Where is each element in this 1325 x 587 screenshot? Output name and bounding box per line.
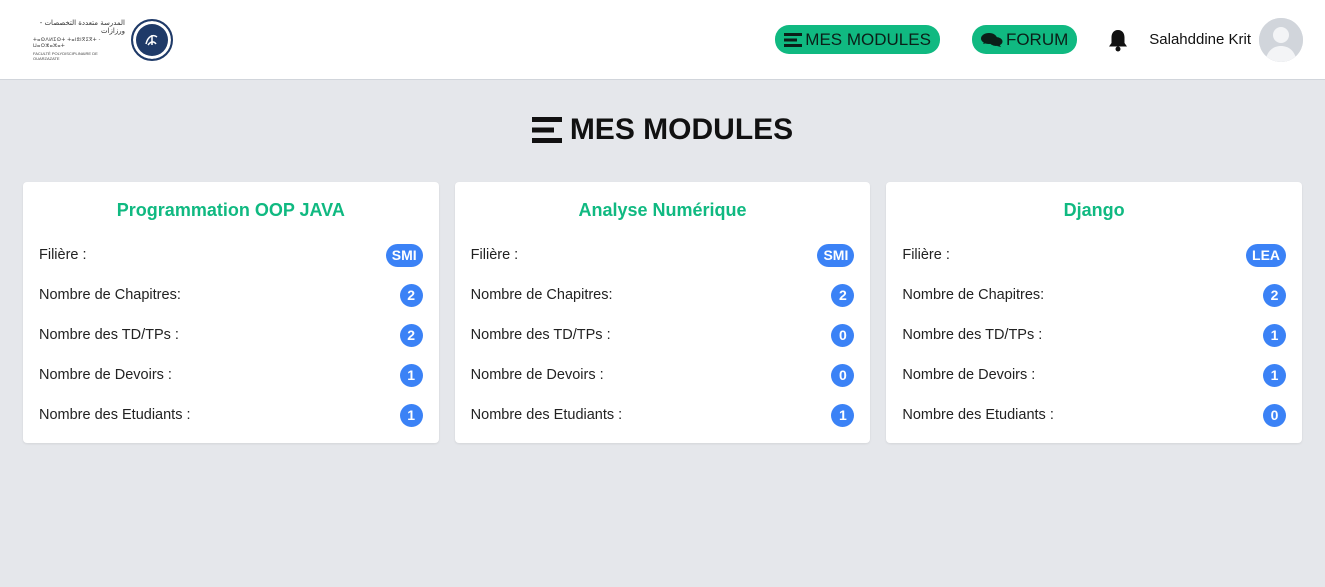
tds-count-badge: 2 [399, 323, 423, 347]
etudiants-count-badge: 1 [399, 403, 423, 427]
menu-icon [531, 117, 562, 143]
module-row-chapitres: Nombre de Chapitres: 2 [471, 275, 855, 315]
nav-modules-label: MES MODULES [805, 29, 931, 49]
tds-label: Nombre des TD/TPs : [902, 327, 1043, 343]
modules-grid: Programmation OOP JAVA Filière : SMI Nom… [0, 182, 1325, 443]
etudiants-count-badge: 1 [831, 403, 855, 427]
etudiants-label: Nombre des Etudiants : [902, 407, 1054, 423]
devoirs-label: Nombre de Devoirs : [902, 367, 1036, 383]
module-title[interactable]: Analyse Numérique [471, 200, 855, 221]
chapitres-count-badge: 2 [1263, 283, 1287, 307]
etudiants-label: Nombre des Etudiants : [39, 407, 191, 423]
user-name[interactable]: Salahddine Krit [1149, 31, 1251, 48]
nav-forum-label: FORUM [1005, 29, 1069, 49]
etudiants-count-badge: 0 [1263, 403, 1287, 427]
module-row-filiere: Filière : SMI [39, 235, 423, 275]
module-row-chapitres: Nombre de Chapitres: 2 [39, 275, 423, 315]
filiere-label: Filière : [902, 247, 950, 263]
module-row-etudiants: Nombre des Etudiants : 1 [471, 395, 855, 435]
chapitres-label: Nombre de Chapitres: [902, 287, 1045, 303]
module-card[interactable]: Django Filière : LEA Nombre de Chapitres… [886, 182, 1303, 443]
school-logo[interactable]: المدرسة متعددة التخصصات - ورزازات ⵜⴰⵙⴷⵍⵉ… [33, 18, 173, 61]
module-row-chapitres: Nombre de Chapitres: 2 [902, 275, 1287, 315]
user-avatar[interactable] [1259, 17, 1303, 62]
module-row-etudiants: Nombre des Etudiants : 0 [902, 395, 1287, 435]
tds-count-badge: 0 [831, 323, 855, 347]
module-row-devoirs: Nombre de Devoirs : 1 [39, 355, 423, 395]
module-card[interactable]: Analyse Numérique Filière : SMI Nombre d… [454, 182, 871, 443]
devoirs-count-badge: 1 [1263, 363, 1287, 387]
module-row-tds: Nombre des TD/TPs : 2 [39, 315, 423, 355]
logo-text-block: المدرسة متعددة التخصصات - ورزازات ⵜⴰⵙⴷⵍⵉ… [33, 19, 125, 61]
nav-modules-button[interactable]: MES MODULES [775, 25, 940, 54]
module-row-devoirs: Nombre de Devoirs : 0 [471, 355, 855, 395]
filiere-badge: LEA [1246, 243, 1287, 267]
module-row-etudiants: Nombre des Etudiants : 1 [39, 395, 423, 435]
tds-label: Nombre des TD/TPs : [470, 327, 611, 343]
comments-icon [980, 32, 1003, 47]
page-title: MES MODULES [0, 113, 1325, 147]
chapitres-label: Nombre de Chapitres: [39, 287, 181, 303]
module-row-filiere: Filière : LEA [902, 235, 1287, 275]
filiere-label: Filière : [470, 247, 519, 263]
logo-french-text: FACULTÉ POLYDISCIPLINAIRE DE OUARZAZATE [33, 50, 98, 61]
module-row-filiere: Filière : SMI [471, 235, 855, 275]
user-silhouette-icon [1259, 17, 1303, 62]
filiere-label: Filière : [39, 247, 87, 263]
logo-tifinagh-text: ⵜⴰⵙⴷⵍⵉⵙⵜ ⵜⴰⵏⵓⵏⴳⵉⴳⵜ - ⵡⴰⵔⵣⴰⵣⴰⵜ [33, 36, 101, 49]
module-row-tds: Nombre des TD/TPs : 1 [902, 315, 1287, 355]
module-row-devoirs: Nombre de Devoirs : 1 [902, 355, 1287, 395]
module-title[interactable]: Programmation OOP JAVA [39, 200, 423, 221]
module-title[interactable]: Django [902, 200, 1286, 221]
notifications-bell-icon[interactable] [1107, 28, 1129, 52]
devoirs-label: Nombre de Devoirs : [39, 367, 172, 383]
chapitres-count-badge: 2 [399, 283, 423, 307]
chapitres-count-badge: 2 [831, 283, 855, 307]
filiere-badge: SMI [385, 243, 423, 267]
etudiants-label: Nombre des Etudiants : [470, 407, 623, 423]
devoirs-count-badge: 0 [831, 363, 855, 387]
module-card[interactable]: Programmation OOP JAVA Filière : SMI Nom… [23, 182, 439, 443]
tds-label: Nombre des TD/TPs : [39, 327, 179, 343]
devoirs-count-badge: 1 [399, 363, 423, 387]
menu-icon [784, 32, 803, 47]
logo-arabic-text: المدرسة متعددة التخصصات - ورزازات [39, 18, 125, 35]
top-navbar: المدرسة متعددة التخصصات - ورزازات ⵜⴰⵙⴷⵍⵉ… [0, 0, 1325, 80]
chapitres-label: Nombre de Chapitres: [470, 287, 613, 303]
tds-count-badge: 1 [1263, 323, 1287, 347]
nav-forum-button[interactable]: FORUM [971, 25, 1078, 54]
page-title-text: MES MODULES [569, 113, 794, 146]
filiere-badge: SMI [817, 243, 855, 267]
module-row-tds: Nombre des TD/TPs : 0 [471, 315, 855, 355]
school-seal-icon [131, 18, 173, 61]
devoirs-label: Nombre de Devoirs : [470, 367, 604, 383]
